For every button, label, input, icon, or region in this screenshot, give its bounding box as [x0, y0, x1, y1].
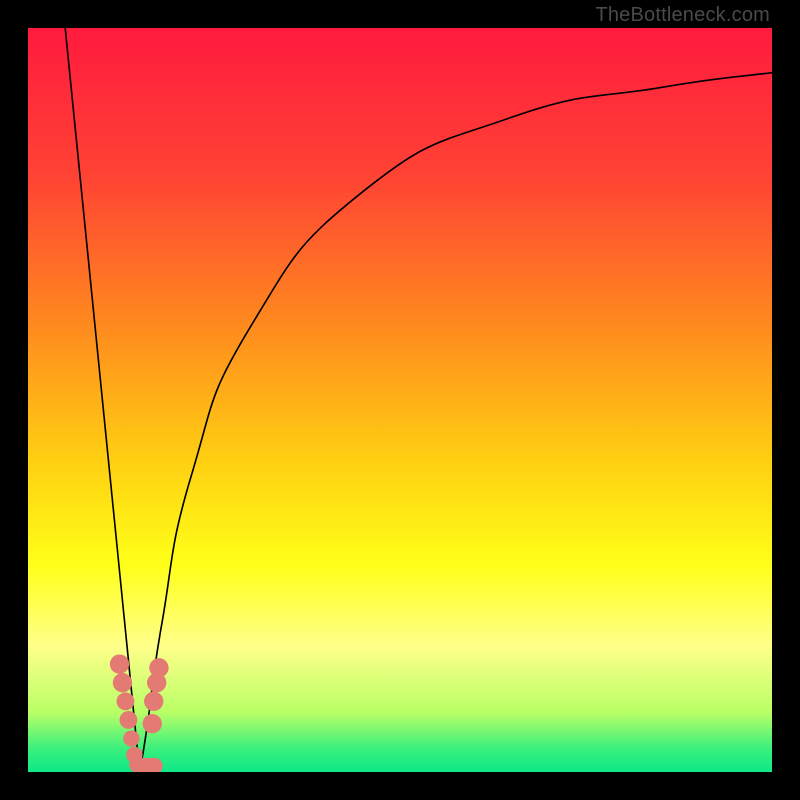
- scatter-point: [110, 654, 129, 673]
- right-branch-curve: [140, 73, 772, 772]
- chart-frame: TheBottleneck.com: [0, 0, 800, 800]
- attribution-text: TheBottleneck.com: [595, 4, 770, 27]
- scatter-point: [143, 714, 162, 733]
- scatter-point: [120, 711, 138, 729]
- plot-area: [28, 28, 772, 772]
- curve-layer: [28, 28, 772, 772]
- scatter-point: [113, 673, 132, 692]
- scatter-points: [110, 654, 169, 772]
- scatter-point: [149, 658, 168, 677]
- scatter-point: [144, 692, 163, 711]
- scatter-point: [117, 692, 135, 710]
- scatter-point: [123, 730, 139, 746]
